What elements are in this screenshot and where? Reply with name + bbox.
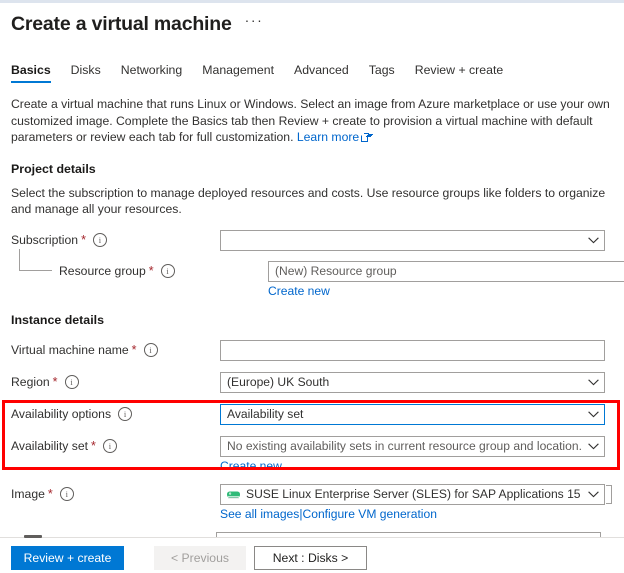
resource-group-row: Resource group * i (New) Resource group C… — [0, 248, 624, 298]
availability-set-value: No existing availability sets in current… — [227, 439, 582, 453]
resource-group-label-cell: Resource group * i — [11, 248, 263, 282]
suse-logo-icon — [227, 488, 240, 501]
subscription-label-cell: Subscription * i — [11, 230, 215, 251]
region-value: (Europe) UK South — [227, 375, 330, 389]
region-row: Region * i (Europe) UK South — [0, 371, 624, 393]
tab-bar: Basics Disks Networking Management Advan… — [0, 37, 624, 83]
image-row: Image * i SUSE Linux Enterprise Server (S… — [0, 483, 624, 521]
tab-tags[interactable]: Tags — [369, 63, 395, 83]
region-dropdown[interactable]: (Europe) UK South — [220, 371, 605, 393]
image-value: SUSE Linux Enterprise Server (SLES) for … — [246, 487, 582, 501]
vm-name-input[interactable] — [220, 339, 605, 361]
see-all-images-link[interactable]: See all images — [220, 507, 299, 521]
subscription-field-cell — [215, 229, 624, 251]
image-secondary-control-edge — [606, 484, 612, 504]
availability-options-row: Availability options i Availability set — [0, 403, 624, 425]
vm-name-field-cell — [215, 339, 624, 361]
page-title: Create a virtual machine — [11, 13, 232, 35]
chevron-down-icon — [582, 490, 604, 498]
image-label: Image — [11, 487, 45, 501]
create-vm-blade: Create a virtual machine ··· Basics Disk… — [0, 3, 624, 573]
region-label-cell: Region * i — [11, 372, 215, 393]
image-links-wrap: See all images|Configure VM generation — [220, 505, 624, 521]
resource-group-create-new-link[interactable]: Create new — [268, 284, 330, 298]
tab-management[interactable]: Management — [202, 63, 274, 83]
availability-set-required-marker: * — [91, 439, 96, 453]
project-details-heading: Project details — [11, 161, 96, 176]
resource-group-dropdown[interactable]: (New) Resource group — [268, 260, 624, 282]
vm-name-label-cell: Virtual machine name * i — [11, 340, 215, 361]
chevron-down-icon — [582, 236, 604, 244]
footer-resize-handle[interactable] — [24, 535, 42, 538]
subscription-label: Subscription — [11, 233, 79, 247]
region-field-cell: (Europe) UK South — [215, 371, 624, 393]
vm-name-required-marker: * — [131, 343, 137, 357]
tab-disks[interactable]: Disks — [71, 63, 101, 83]
availability-options-value: Availability set — [227, 407, 304, 421]
subscription-info-icon[interactable]: i — [92, 233, 107, 247]
image-info-icon[interactable]: i — [59, 487, 74, 501]
image-required-marker: * — [47, 487, 53, 501]
region-label: Region — [11, 375, 50, 389]
vm-name-label: Virtual machine name — [11, 343, 129, 357]
more-options-button[interactable]: ··· — [245, 13, 264, 33]
subscription-dropdown[interactable] — [220, 229, 605, 251]
configure-vm-generation-link[interactable]: Configure VM generation — [302, 507, 436, 521]
tab-networking[interactable]: Networking — [121, 63, 183, 83]
instance-details-heading: Instance details — [11, 312, 104, 327]
footer-separator — [0, 537, 624, 538]
next-disks-button[interactable]: Next : Disks > — [254, 546, 367, 570]
image-dropdown[interactable]: SUSE Linux Enterprise Server (SLES) for … — [220, 483, 612, 505]
subscription-row: Subscription * i — [0, 229, 624, 251]
chevron-down-icon — [582, 410, 604, 418]
resource-group-label: Resource group — [59, 264, 146, 278]
resource-group-value: (New) Resource group — [275, 264, 397, 278]
availability-set-create-new-link[interactable]: Create new — [220, 459, 282, 473]
availability-options-info-icon[interactable]: i — [118, 407, 133, 421]
vm-name-row: Virtual machine name * i — [0, 339, 624, 361]
image-label-cell: Image * i — [11, 484, 215, 505]
subscription-required-marker: * — [81, 233, 86, 247]
availability-set-dropdown[interactable]: No existing availability sets in current… — [220, 435, 605, 457]
resource-group-field-cell: (New) Resource group Create new — [263, 260, 624, 298]
availability-set-label: Availability set — [11, 439, 88, 453]
title-row: Create a virtual machine ··· — [0, 3, 624, 37]
learn-more-link[interactable]: Learn more — [297, 130, 359, 144]
availability-options-label: Availability options — [11, 407, 112, 421]
resource-group-required-marker: * — [148, 264, 154, 278]
region-required-marker: * — [52, 375, 58, 389]
availability-set-label-cell: Availability set * i — [11, 436, 215, 457]
availability-set-field-cell: No existing availability sets in current… — [215, 435, 624, 473]
project-details-description: Select the subscription to manage deploy… — [11, 185, 606, 217]
availability-set-create-new-wrap: Create new — [220, 457, 624, 473]
availability-options-dropdown[interactable]: Availability set — [220, 403, 605, 425]
tab-basics[interactable]: Basics — [11, 63, 51, 83]
review-create-button[interactable]: Review + create — [11, 546, 124, 570]
tab-advanced[interactable]: Advanced — [294, 63, 349, 83]
region-info-icon[interactable]: i — [64, 375, 79, 389]
vm-name-info-icon[interactable]: i — [143, 343, 158, 357]
intro-paragraph: Create a virtual machine that runs Linux… — [0, 83, 624, 146]
previous-button: < Previous — [154, 546, 246, 570]
availability-set-info-icon[interactable]: i — [102, 439, 117, 453]
availability-options-field-cell: Availability set — [215, 403, 624, 425]
resource-group-create-new-wrap: Create new — [268, 282, 624, 298]
resource-group-info-icon[interactable]: i — [160, 264, 175, 278]
image-field-cell: SUSE Linux Enterprise Server (SLES) for … — [215, 483, 624, 521]
external-link-icon — [361, 133, 370, 142]
chevron-down-icon — [582, 378, 604, 386]
tab-review-create[interactable]: Review + create — [415, 63, 504, 83]
footer-actions: Review + create < Previous Next : Disks … — [0, 546, 624, 570]
chevron-down-icon — [582, 442, 604, 450]
availability-options-label-cell: Availability options i — [11, 404, 215, 425]
availability-set-row: Availability set * i No existing availabi… — [0, 435, 624, 473]
tree-connector-line — [19, 248, 52, 271]
